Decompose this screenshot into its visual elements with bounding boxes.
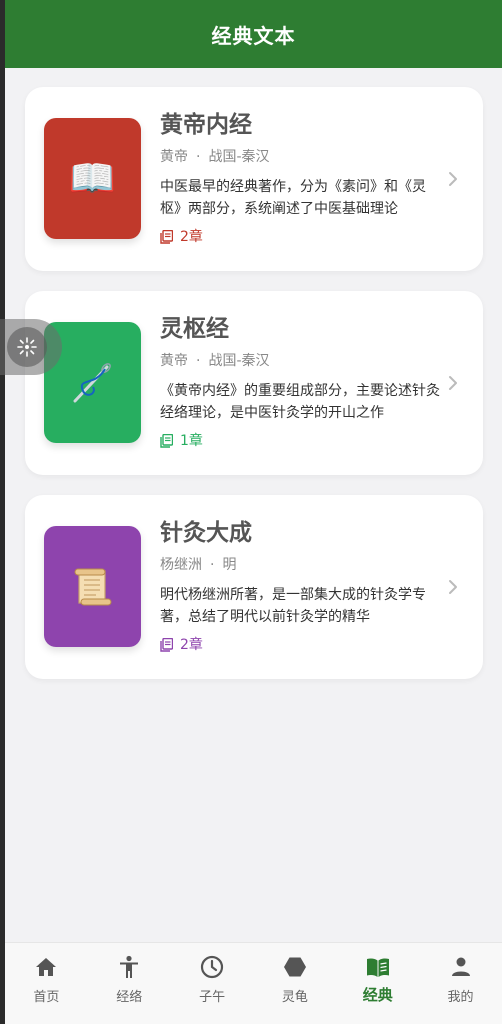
tab-meridians[interactable]: 经络 bbox=[88, 943, 171, 1024]
book-meta: 黄帝 · 战国-秦汉 bbox=[160, 351, 440, 371]
home-icon bbox=[36, 958, 57, 976]
book-meta: 杨继洲 · 明 bbox=[160, 555, 440, 575]
tab-label: 子午 bbox=[199, 990, 226, 1005]
chevron-right-icon bbox=[449, 580, 457, 594]
book-info: 黄帝内经 黄帝 · 战国-秦汉 中医最早的经典著作，分为《素问》和《灵枢》两部分，系… bbox=[160, 109, 440, 246]
book-card[interactable]: 灵枢经 黄帝 · 战国-秦汉 《黄帝内经》的重要组成部分，主要论述针灸经络理论，是中… bbox=[25, 291, 483, 475]
bottom-tab-bar: 首页 经络 子午 灵龟 经典 我的 bbox=[5, 942, 502, 1024]
book-cover bbox=[44, 526, 141, 647]
floating-assistant-button[interactable] bbox=[0, 319, 62, 375]
book-info: 针灸大成 杨继洲 · 明 明代杨继洲所著，是一部集大成的针灸学专著，总结了明代以前针… bbox=[160, 517, 440, 654]
tab-label: 首页 bbox=[33, 990, 60, 1005]
book-info: 灵枢经 黄帝 · 战国-秦汉 《黄帝内经》的重要组成部分，主要论述针灸经络理论，是中… bbox=[160, 313, 440, 450]
chapter-label: 1章 bbox=[180, 433, 203, 449]
tab-ziwu[interactable]: 子午 bbox=[171, 943, 254, 1024]
chapter-count: 1章 bbox=[160, 432, 440, 450]
meta-separator: · bbox=[196, 149, 201, 165]
book-era: 战国-秦汉 bbox=[208, 353, 270, 369]
book-description: 《黄帝内经》的重要组成部分，主要论述针灸经络理论，是中医针灸学的开山之作 bbox=[160, 383, 440, 421]
book-era: 战国-秦汉 bbox=[208, 149, 270, 165]
clock-icon bbox=[200, 955, 224, 979]
float-inner-circle bbox=[7, 327, 47, 367]
book-icon bbox=[366, 958, 389, 977]
scroll-icon bbox=[74, 568, 111, 605]
hexagon-icon bbox=[283, 957, 306, 977]
chapters-icon bbox=[160, 638, 173, 652]
book-cover: 📖 bbox=[44, 118, 141, 239]
tab-profile[interactable]: 我的 bbox=[419, 943, 502, 1024]
book-list: 📖 黄帝内经 黄帝 · 战国-秦汉 中医最早的经典著作，分为《素问》和《灵枢》两部分… bbox=[5, 68, 502, 679]
chapter-label: 2章 bbox=[180, 637, 203, 653]
book-title: 灵枢经 bbox=[160, 316, 229, 342]
tab-linggui[interactable]: 灵龟 bbox=[253, 943, 336, 1024]
book-meta: 黄帝 · 战国-秦汉 bbox=[160, 147, 440, 167]
book-card[interactable]: 📖 黄帝内经 黄帝 · 战国-秦汉 中医最早的经典著作，分为《素问》和《灵枢》两部分… bbox=[25, 87, 483, 271]
book-description: 中医最早的经典著作，分为《素问》和《灵枢》两部分，系统阐述了中医基础理论 bbox=[160, 179, 426, 217]
chevron-right-icon bbox=[449, 376, 457, 390]
book-description: 明代杨继洲所著，是一部集大成的针灸学专著，总结了明代以前针灸学的精华 bbox=[160, 587, 426, 625]
tab-label: 经典 bbox=[362, 986, 393, 1004]
chevron-right-icon bbox=[449, 172, 457, 186]
book-card[interactable]: 针灸大成 杨继洲 · 明 明代杨继洲所著，是一部集大成的针灸学专著，总结了明代以前针… bbox=[25, 495, 483, 679]
tab-classics[interactable]: 经典 bbox=[336, 943, 419, 1024]
sparkle-icon bbox=[17, 337, 37, 357]
book-author: 黄帝 bbox=[160, 149, 188, 165]
meta-separator: · bbox=[196, 353, 201, 369]
open-book-icon: 📖 bbox=[68, 156, 117, 200]
body-icon bbox=[120, 955, 139, 978]
app-screen: 经典文本 📖 黄帝内经 黄帝 · 战国-秦汉 中医最早的经典著作，分为《素问》和《灵… bbox=[5, 0, 502, 1024]
book-author: 杨继洲 bbox=[160, 557, 202, 573]
chapters-icon bbox=[160, 434, 173, 448]
header-bar: 经典文本 bbox=[5, 0, 502, 68]
chapters-icon bbox=[160, 230, 173, 244]
tab-label: 经络 bbox=[116, 990, 143, 1005]
person-icon bbox=[451, 957, 470, 976]
tab-label: 我的 bbox=[447, 990, 474, 1005]
meta-separator: · bbox=[210, 557, 215, 573]
book-author: 黄帝 bbox=[160, 353, 188, 369]
tab-label: 灵龟 bbox=[281, 990, 308, 1005]
chapter-count: 2章 bbox=[160, 228, 440, 246]
book-era: 明 bbox=[222, 557, 237, 573]
tab-home[interactable]: 首页 bbox=[5, 943, 88, 1024]
book-title: 针灸大成 bbox=[160, 520, 252, 546]
chapter-label: 2章 bbox=[180, 229, 203, 245]
needle-icon bbox=[73, 362, 111, 402]
page-title: 经典文本 bbox=[211, 23, 296, 48]
book-title: 黄帝内经 bbox=[160, 112, 252, 138]
chapter-count: 2章 bbox=[160, 636, 440, 654]
